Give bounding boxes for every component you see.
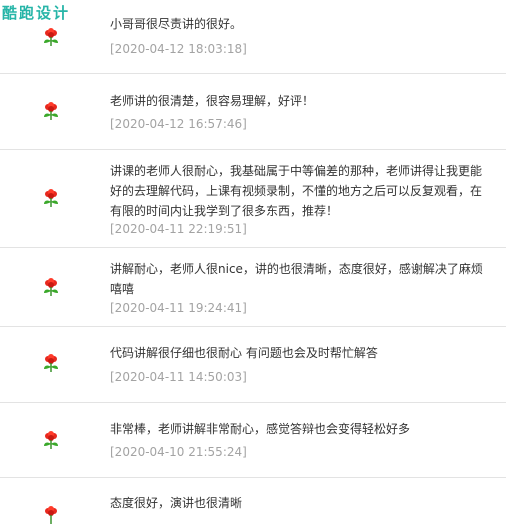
red-flower-icon xyxy=(44,189,58,207)
divider xyxy=(0,402,506,403)
comment-timestamp: [2020-04-11 14:50:03] xyxy=(110,370,247,384)
comment-timestamp: [2020-04-12 18:03:18] xyxy=(110,42,247,56)
comment-text: 非常棒，老师讲解非常耐心，感觉答辩也会变得轻松好多 xyxy=(110,422,411,436)
comment-text: 小哥哥很尽责讲的很好。 xyxy=(110,17,243,31)
comment-text: 讲解耐心，老师人很nice，讲的也很清晰，态度很好，感谢解决了麻烦嘻嘻 xyxy=(110,262,483,296)
red-flower-icon xyxy=(44,354,58,372)
comment-timestamp: [2020-04-11 22:19:51] xyxy=(110,222,247,236)
red-flower-icon xyxy=(44,278,58,296)
divider xyxy=(0,73,506,74)
divider xyxy=(0,477,506,478)
comment-text: 讲课的老师人很耐心，我基础属于中等偏差的那种，老师讲得让我更能好的去理解代码，上… xyxy=(110,164,483,218)
comment-text: 老师讲的很清楚，很容易理解，好评！ xyxy=(110,94,315,108)
comment-text: 代码讲解很仔细也很耐心 有问题也会及时帮忙解答 xyxy=(110,346,378,360)
comment-timestamp: [2020-04-11 19:24:41] xyxy=(110,301,247,315)
divider xyxy=(0,247,506,248)
divider xyxy=(0,326,506,327)
comment-text: 态度很好，演讲也很清晰 xyxy=(110,496,243,510)
red-flower-icon xyxy=(45,506,57,524)
comment-timestamp: [2020-04-10 21:55:24] xyxy=(110,445,247,459)
red-flower-icon xyxy=(44,102,58,120)
divider xyxy=(0,149,506,150)
comment-timestamp: [2020-04-12 16:57:46] xyxy=(110,117,247,131)
watermark-logo: 酷跑设计 xyxy=(2,4,71,22)
red-flower-icon xyxy=(44,431,58,449)
red-flower-icon xyxy=(44,28,58,46)
